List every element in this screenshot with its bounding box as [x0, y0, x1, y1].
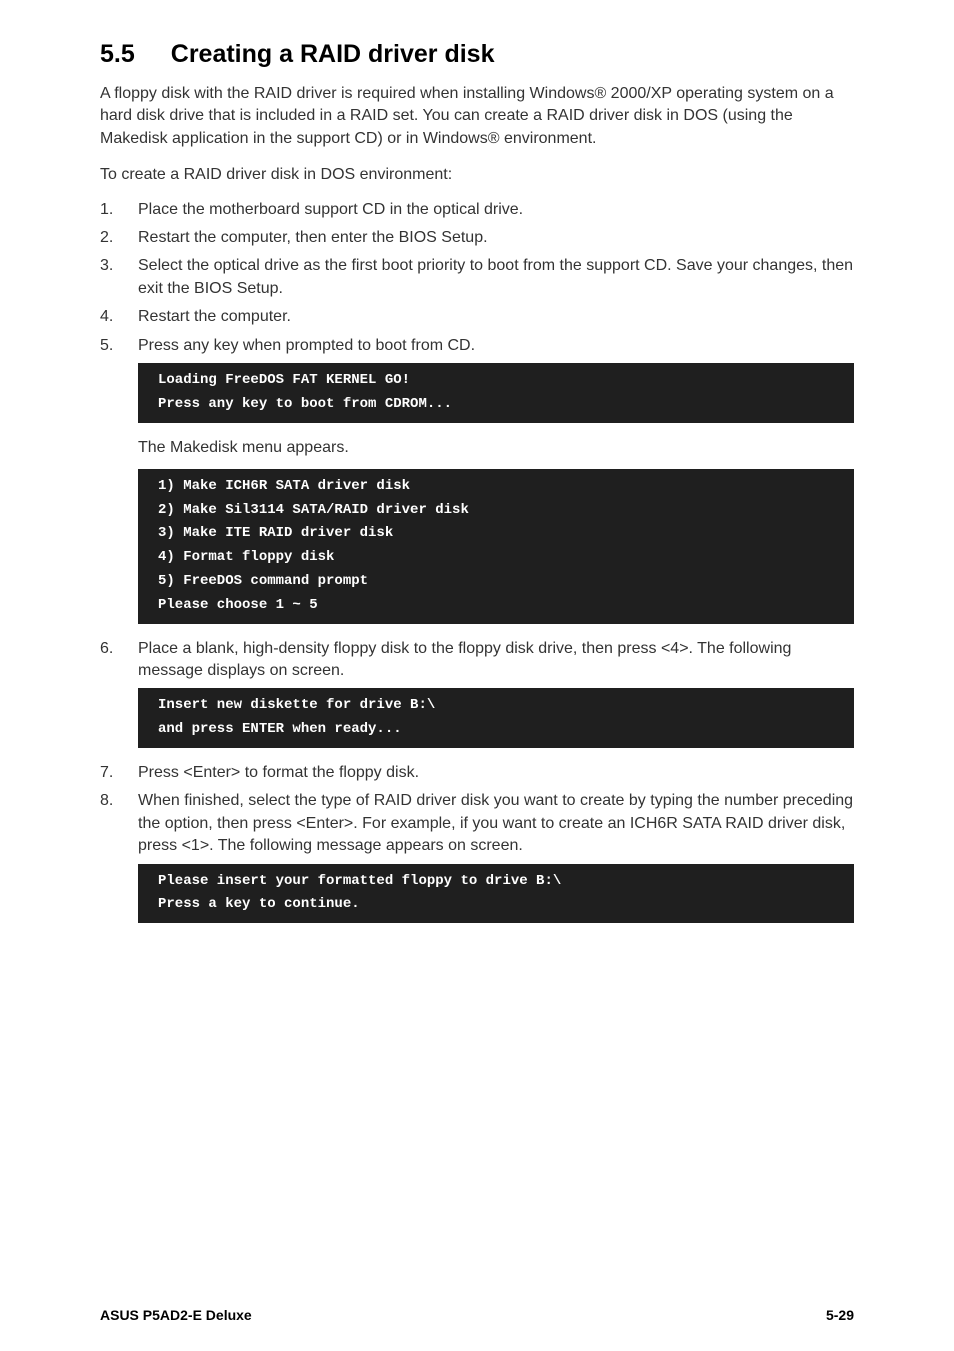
code-block-insert: Insert new diskette for drive B:\ and pr…: [138, 688, 854, 748]
item-number: 1.: [100, 199, 138, 221]
item-text: Place the motherboard support CD in the …: [138, 199, 854, 221]
list-item: 7. Press <Enter> to format the floppy di…: [100, 762, 854, 784]
item-number: 3.: [100, 255, 138, 300]
item-text: Press <Enter> to format the floppy disk.: [138, 762, 854, 784]
section-title: Creating a RAID driver disk: [171, 40, 495, 69]
list-item: 8. When finished, select the type of RAI…: [100, 790, 854, 857]
item-text: Place a blank, high-density floppy disk …: [138, 638, 854, 683]
list-item: 2. Restart the computer, then enter the …: [100, 227, 854, 249]
item-text: Restart the computer, then enter the BIO…: [138, 227, 854, 249]
code-block-menu: 1) Make ICH6R SATA driver disk 2) Make S…: [138, 469, 854, 624]
list-item: 3. Select the optical drive as the first…: [100, 255, 854, 300]
item-text: Restart the computer.: [138, 306, 854, 328]
numbered-list-a: 1. Place the motherboard support CD in t…: [100, 199, 854, 357]
list-item: 4. Restart the computer.: [100, 306, 854, 328]
item-number: 8.: [100, 790, 138, 857]
item-number: 2.: [100, 227, 138, 249]
item-number: 5.: [100, 335, 138, 357]
item-number: 4.: [100, 306, 138, 328]
intro-paragraph: A floppy disk with the RAID driver is re…: [100, 83, 854, 150]
numbered-list-b: 7. Press <Enter> to format the floppy di…: [100, 762, 854, 858]
page-footer: ASUS P5AD2-E Deluxe 5-29: [100, 1307, 854, 1323]
item-number: 6.: [100, 638, 138, 683]
footer-left: ASUS P5AD2-E Deluxe: [100, 1307, 252, 1323]
numbered-list-6: 6. Place a blank, high-density floppy di…: [100, 638, 854, 683]
footer-right: 5-29: [826, 1307, 854, 1323]
item-text: Press any key when prompted to boot from…: [138, 335, 854, 357]
list-item: 5. Press any key when prompted to boot f…: [100, 335, 854, 357]
code-block-boot: Loading FreeDOS FAT KERNEL GO! Press any…: [138, 363, 854, 423]
section-heading: 5.5 Creating a RAID driver disk: [100, 40, 854, 69]
item-number: 7.: [100, 762, 138, 784]
list-item: 6. Place a blank, high-density floppy di…: [100, 638, 854, 683]
list-item: 1. Place the motherboard support CD in t…: [100, 199, 854, 221]
item-text: When finished, select the type of RAID d…: [138, 790, 854, 857]
item-text: Select the optical drive as the first bo…: [138, 255, 854, 300]
list-intro: To create a RAID driver disk in DOS envi…: [100, 164, 854, 186]
sub-note-makedisk: The Makedisk menu appears.: [138, 437, 854, 459]
code-block-formatted: Please insert your formatted floppy to d…: [138, 864, 854, 924]
section-number: 5.5: [100, 40, 135, 69]
